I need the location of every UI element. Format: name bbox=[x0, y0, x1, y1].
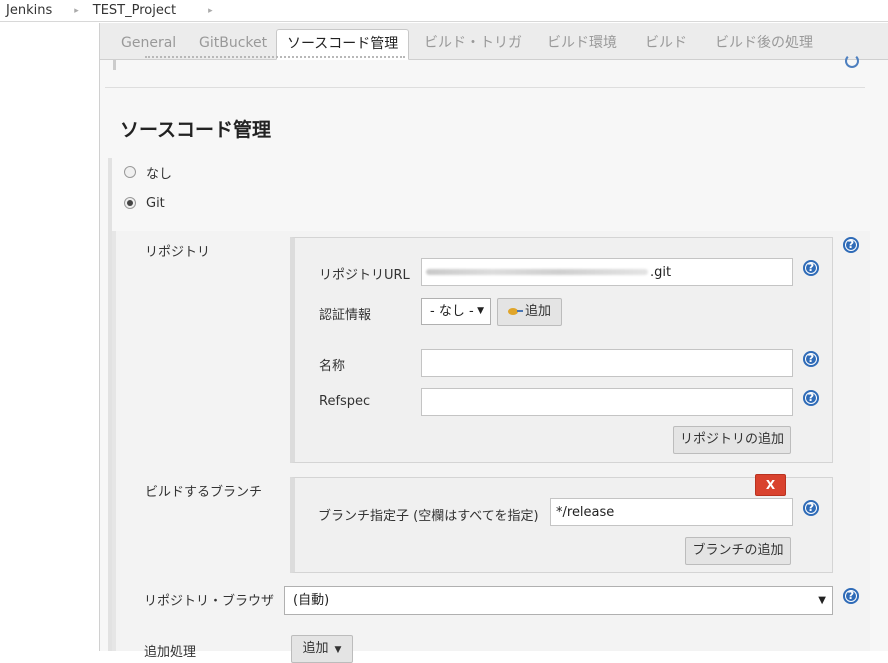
clipped-text bbox=[145, 56, 405, 64]
breadcrumb: Jenkins ▸ TEST_Project ▸ bbox=[0, 0, 888, 22]
breadcrumb-jenkins[interactable]: Jenkins bbox=[0, 3, 52, 18]
help-icon[interactable]: ? bbox=[803, 390, 819, 406]
redacted-url bbox=[426, 269, 648, 275]
add-branch-button[interactable]: ブランチの追加 bbox=[685, 537, 791, 565]
name-input[interactable] bbox=[421, 349, 793, 377]
tab-build-triggers[interactable]: ビルド・トリガ bbox=[424, 29, 522, 60]
radio-none-label: なし bbox=[146, 166, 173, 182]
caret-down-icon: ▼ bbox=[334, 645, 342, 655]
git-config: リポジトリ ? リポジトリURL .git ? 認証情報 - なし - ▼ 追加… bbox=[112, 231, 870, 663]
section-title: ソースコード管理 bbox=[120, 119, 272, 141]
credentials-select[interactable]: - なし - ▼ bbox=[421, 298, 491, 325]
breadcrumb-chevron-icon[interactable]: ▸ bbox=[74, 6, 79, 16]
repository-url-value: .git bbox=[650, 265, 672, 280]
caret-down-icon: ▼ bbox=[477, 306, 484, 316]
breadcrumb-project[interactable]: TEST_Project bbox=[93, 3, 176, 18]
repository-url-label: リポジトリURL bbox=[319, 268, 410, 283]
add-behaviour-button[interactable]: 追加 ▼ bbox=[291, 635, 353, 663]
branch-entry: X ブランチ指定子 (空欄はすべてを指定) */release ? ブランチの追… bbox=[290, 474, 833, 573]
repository-entry: リポジトリURL .git ? 認証情報 - なし - ▼ 追加 名称 ? Re… bbox=[290, 237, 833, 463]
tab-post-build[interactable]: ビルド後の処理 bbox=[715, 29, 813, 60]
add-behaviour-label: 追加 bbox=[302, 641, 329, 656]
help-icon[interactable]: ? bbox=[803, 500, 819, 516]
key-icon-shaft bbox=[516, 310, 523, 312]
scm-option-git[interactable]: Git bbox=[124, 194, 165, 212]
name-label: 名称 bbox=[319, 359, 346, 374]
help-icon[interactable]: ? bbox=[803, 351, 819, 367]
config-panel: General GitBucket ソースコード管理 ビルド・トリガ ビルド環境… bbox=[99, 23, 888, 663]
credentials-value: - なし - bbox=[430, 304, 474, 319]
repositories-label: リポジトリ bbox=[145, 245, 211, 260]
delete-branch-button[interactable]: X bbox=[755, 474, 786, 496]
main-content: ソースコード管理 なし Git リポジトリ ? リポジトリURL .git ? … bbox=[100, 54, 888, 663]
branches-label: ビルドするブランチ bbox=[145, 485, 263, 500]
radio-git-label: Git bbox=[146, 195, 165, 211]
help-icon[interactable]: ? bbox=[843, 588, 859, 604]
repository-browser-value: (自動) bbox=[293, 593, 330, 608]
divider bbox=[113, 60, 116, 70]
clipped-previous-row bbox=[105, 54, 865, 88]
radio-none[interactable] bbox=[124, 166, 136, 178]
refspec-input[interactable] bbox=[421, 388, 793, 416]
breadcrumb-chevron-icon[interactable]: ▸ bbox=[208, 6, 213, 16]
branch-specifier-label: ブランチ指定子 (空欄はすべてを指定) bbox=[318, 509, 539, 524]
scm-option-none[interactable]: なし bbox=[124, 163, 173, 182]
repository-browser-label: リポジトリ・ブラウザ bbox=[144, 594, 275, 609]
tab-build[interactable]: ビルド bbox=[645, 29, 687, 60]
add-credentials-label: 追加 bbox=[524, 304, 551, 319]
radio-git[interactable] bbox=[124, 197, 136, 209]
tab-build-environment[interactable]: ビルド環境 bbox=[547, 29, 617, 60]
tab-bar: General GitBucket ソースコード管理 ビルド・トリガ ビルド環境… bbox=[100, 23, 888, 60]
repository-url-input[interactable]: .git bbox=[421, 258, 793, 286]
help-icon[interactable] bbox=[845, 54, 859, 68]
add-credentials-button[interactable]: 追加 bbox=[497, 298, 562, 326]
help-icon[interactable]: ? bbox=[803, 260, 819, 276]
help-icon[interactable]: ? bbox=[843, 237, 859, 253]
caret-down-icon: ▼ bbox=[818, 595, 826, 606]
refspec-label: Refspec bbox=[319, 394, 371, 409]
scm-options: なし Git リポジトリ ? リポジトリURL .git ? 認証情報 - なし… bbox=[108, 158, 870, 663]
add-repository-button[interactable]: リポジトリの追加 bbox=[673, 426, 791, 454]
credentials-label: 認証情報 bbox=[319, 308, 372, 323]
repository-browser-select[interactable]: (自動) ▼ bbox=[284, 586, 833, 615]
branch-specifier-input[interactable]: */release bbox=[550, 498, 793, 526]
